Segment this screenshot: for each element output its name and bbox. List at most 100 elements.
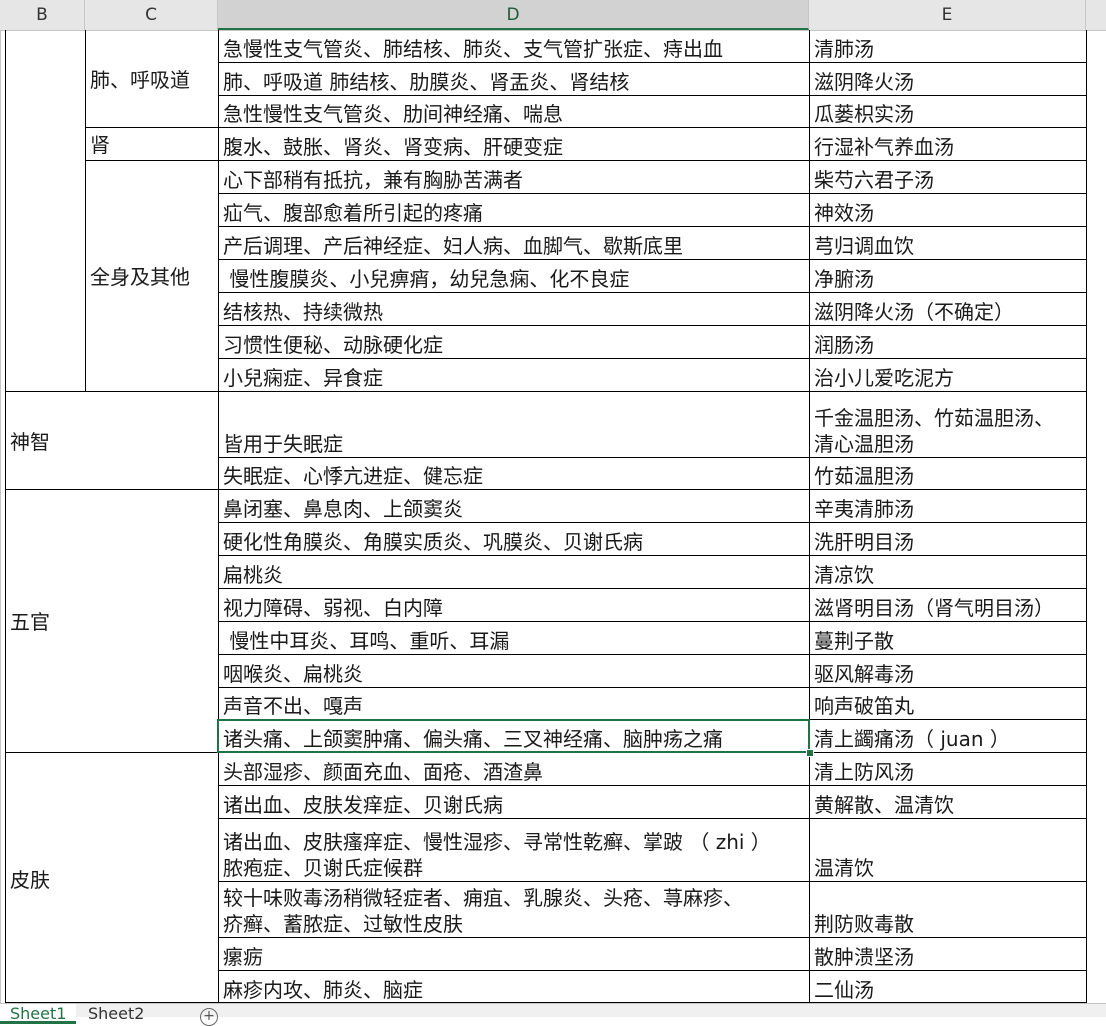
- cell-e-formula[interactable]: 蔓荆子散: [810, 621, 1086, 654]
- sheet-tab-bar: Sheet1 Sheet2 +: [0, 1003, 1106, 1026]
- group-cell-blank-b[interactable]: [6, 30, 85, 390]
- grid-line: [218, 719, 1087, 720]
- cell-d-symptoms[interactable]: 慢性中耳炎、耳鸣、重听、耳漏: [219, 621, 809, 654]
- grid-line: [218, 588, 1087, 589]
- column-header-d[interactable]: D: [218, 0, 809, 30]
- cell-e-formula[interactable]: 滋阴降火汤: [810, 62, 1086, 95]
- cell-e-formula[interactable]: 清上防风汤: [810, 752, 1086, 785]
- cell-d-symptoms[interactable]: 麻疹内攻、肺炎、脑症: [219, 970, 809, 1003]
- cell-e-formula[interactable]: 荆防败毒散: [810, 881, 1086, 937]
- cell-e-formula[interactable]: 清肺汤: [810, 30, 1086, 62]
- grid-line: [1086, 30, 1087, 1003]
- cell-e-formula[interactable]: 洗肝明目汤: [810, 522, 1086, 555]
- cell-d-symptoms[interactable]: 诸出血、皮肤发痒症、贝谢氏病: [219, 785, 809, 818]
- grid-line: [218, 881, 1087, 882]
- grid-line: [218, 325, 1087, 326]
- cell-e-formula[interactable]: 辛夷清肺汤: [810, 489, 1086, 522]
- grid-line: [218, 292, 1087, 293]
- grid-line: [218, 358, 1087, 359]
- cell-d-symptoms[interactable]: 较十味败毒汤稍微轻症者、痈疽、乳腺炎、头疮、荨麻疹、 疥癣、蓄脓症、过敏性皮肤: [219, 881, 809, 937]
- cell-e-formula[interactable]: 神效汤: [810, 193, 1086, 226]
- grid-line: [218, 226, 1087, 227]
- cell-e-formula[interactable]: 驱风解毒汤: [810, 654, 1086, 687]
- column-header-c[interactable]: C: [85, 0, 218, 30]
- cell-d-symptoms[interactable]: 疝气、腹部愈着所引起的疼痛: [219, 193, 809, 226]
- cell-d-symptoms[interactable]: 诸头痛、上颌窦肿痛、偏头痛、三叉神经痛、脑肿疡之痛: [219, 719, 809, 752]
- grid-line: [218, 95, 1087, 96]
- grid-line: [218, 621, 1087, 622]
- cell-d-symptoms[interactable]: 瘰疬: [219, 937, 809, 970]
- grid-line: [5, 391, 1087, 392]
- cell-d-symptoms[interactable]: 头部湿疹、颜面充血、面疮、酒渣鼻: [219, 752, 809, 785]
- cell-e-formula[interactable]: 清上蠲痛汤（ juan ）: [810, 719, 1086, 752]
- cell-e-formula[interactable]: 竹茹温胆汤: [810, 457, 1086, 489]
- cell-d-symptoms[interactable]: 硬化性角膜炎、角膜实质炎、巩膜炎、贝谢氏病: [219, 522, 809, 555]
- cell-e-formula[interactable]: 响声破笛丸: [810, 687, 1086, 719]
- cell-e-formula[interactable]: 温清饮: [810, 818, 1086, 881]
- cell-e-formula[interactable]: 净腑汤: [810, 259, 1086, 292]
- cell-d-symptoms[interactable]: 失眠症、心悸亢进症、健忘症: [219, 457, 809, 489]
- grid-line: [218, 687, 1087, 688]
- grid-line: [218, 937, 1087, 938]
- cell-e-formula[interactable]: 滋阴降火汤（不确定）: [810, 292, 1086, 325]
- cell-d-symptoms[interactable]: 诸出血、皮肤瘙痒症、慢性湿疹、寻常性乾癣、掌跛 （ zhi ） 脓疱症、贝谢氏症…: [219, 818, 809, 881]
- grid-line: [218, 654, 1087, 655]
- cell-d-symptoms[interactable]: 肺、呼吸道 肺结核、肋膜炎、肾盂炎、肾结核: [219, 62, 809, 95]
- sheet-tab-1[interactable]: Sheet1: [0, 1004, 77, 1024]
- grid-line: [218, 259, 1087, 260]
- grid-line: [218, 555, 1087, 556]
- grid-line: [218, 785, 1087, 786]
- grid-line: [5, 30, 6, 1003]
- cell-d-symptoms[interactable]: 腹水、鼓胀、肾炎、肾变病、肝硬变症: [219, 127, 809, 160]
- group-cell-lung[interactable]: 肺、呼吸道: [86, 30, 218, 126]
- sheet-tab-2[interactable]: Sheet2: [78, 1004, 154, 1024]
- grid-line: [218, 522, 1087, 523]
- grid-line: [218, 160, 1087, 161]
- grid-line: [218, 127, 1087, 128]
- cell-d-symptoms[interactable]: 声音不出、嘎声: [219, 687, 809, 719]
- cell-d-symptoms[interactable]: 扁桃炎: [219, 555, 809, 588]
- group-cell-facial[interactable]: 五官: [6, 489, 218, 751]
- group-cell-whole-body[interactable]: 全身及其他: [86, 160, 218, 390]
- group-cell-kidney[interactable]: 肾: [86, 127, 218, 159]
- grid-line: [5, 752, 1087, 753]
- column-header-e[interactable]: E: [809, 0, 1086, 30]
- grid-line: [218, 970, 1087, 971]
- cell-e-formula[interactable]: 二仙汤: [810, 970, 1086, 1003]
- cell-d-symptoms[interactable]: 慢性腹膜炎、小兒痹痟，幼兒急痫、化不良症: [219, 259, 809, 292]
- grid-line: [218, 457, 1087, 458]
- cell-e-formula[interactable]: 黄解散、温清饮: [810, 785, 1086, 818]
- cell-d-symptoms[interactable]: 咽喉炎、扁桃炎: [219, 654, 809, 687]
- cell-e-formula[interactable]: 散肿溃坚汤: [810, 937, 1086, 970]
- cell-e-formula[interactable]: 滋肾明目汤（肾气明目汤）: [810, 588, 1086, 621]
- cell-d-symptoms[interactable]: 结核热、持续微热: [219, 292, 809, 325]
- cell-d-symptoms[interactable]: 急性慢性支气管炎、肋间神经痛、喘息: [219, 95, 809, 127]
- cell-e-formula[interactable]: 千金温胆汤、竹茹温胆汤、 清心温胆汤: [810, 391, 1086, 457]
- add-sheet-icon[interactable]: +: [200, 1008, 218, 1026]
- cell-d-symptoms[interactable]: 心下部稍有抵抗，兼有胸胁苦满者: [219, 160, 809, 193]
- group-cell-skin[interactable]: 皮肤: [6, 752, 218, 1003]
- grid-line: [5, 489, 1087, 490]
- grid-line: [218, 30, 219, 1003]
- column-header-bar: B C D E: [0, 0, 1106, 31]
- grid-left-edge: [0, 30, 1, 1003]
- cell-d-symptoms[interactable]: 鼻闭塞、鼻息肉、上颌窦炎: [219, 489, 809, 522]
- cell-d-symptoms[interactable]: 习惯性便秘、动脉硬化症: [219, 325, 809, 358]
- cell-e-formula[interactable]: 清凉饮: [810, 555, 1086, 588]
- fill-handle[interactable]: [806, 749, 814, 757]
- group-cell-mind[interactable]: 神智: [6, 391, 218, 488]
- cell-d-symptoms[interactable]: 皆用于失眠症: [219, 391, 809, 457]
- cell-d-symptoms[interactable]: 产后调理、产后神经症、妇人病、血脚气、歇斯底里: [219, 226, 809, 259]
- cell-e-formula[interactable]: 柴芍六君子汤: [810, 160, 1086, 193]
- cell-e-formula[interactable]: 行湿补气养血汤: [810, 127, 1086, 160]
- grid-line: [85, 30, 86, 391]
- cell-e-formula[interactable]: 治小儿爱吃泥方: [810, 358, 1086, 391]
- cell-e-formula[interactable]: 润肠汤: [810, 325, 1086, 358]
- cell-e-formula[interactable]: 芎归调血饮: [810, 226, 1086, 259]
- cell-d-symptoms[interactable]: 小兒痫症、异食症: [219, 358, 809, 391]
- cell-e-formula[interactable]: 瓜蒌枳实汤: [810, 95, 1086, 127]
- cell-d-symptoms[interactable]: 急慢性支气管炎、肺结核、肺炎、支气管扩张症、痔出血: [219, 30, 809, 62]
- column-header-b[interactable]: B: [0, 0, 85, 30]
- cell-d-symptoms[interactable]: 视力障碍、弱视、白内障: [219, 588, 809, 621]
- grid-line: [218, 193, 1087, 194]
